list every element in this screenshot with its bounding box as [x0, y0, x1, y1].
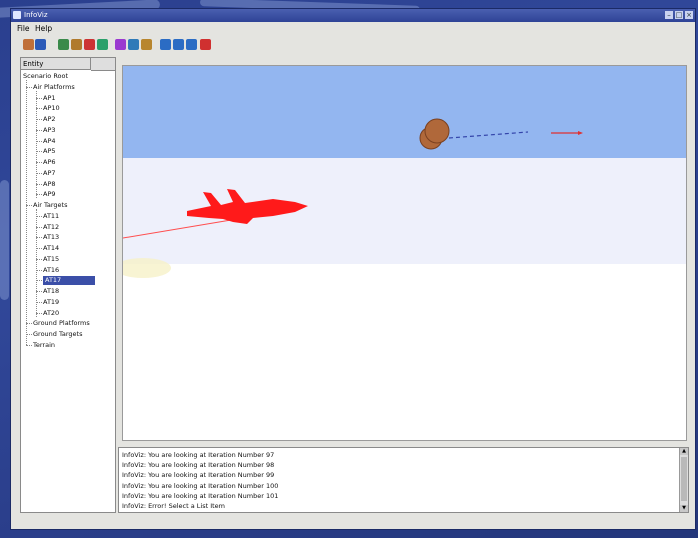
tree-node[interactable]: Ground Targets [33, 330, 82, 339]
tools-icon[interactable] [141, 39, 152, 50]
tree-node[interactable]: Air Platforms [33, 83, 75, 92]
3d-viewport[interactable] [122, 65, 687, 441]
globe-settings-icon[interactable] [58, 39, 69, 50]
ground-plane [123, 264, 686, 440]
tree-node[interactable]: AP6 [43, 158, 56, 167]
rocket-icon[interactable] [84, 39, 95, 50]
tree-node[interactable]: Air Targets [33, 201, 68, 210]
tree-guide [36, 90, 37, 199]
title-bar[interactable]: InfoViz – □ × [11, 9, 695, 22]
window-title: InfoViz [24, 11, 48, 19]
tree-node[interactable]: AP8 [43, 180, 56, 189]
tree-node[interactable]: AP2 [43, 115, 56, 124]
tree-node[interactable]: AP4 [43, 137, 56, 146]
log-line: InfoViz: Error! Select a List Item [122, 502, 225, 510]
log-line: InfoViz: You are looking at Iteration Nu… [122, 461, 275, 470]
pause-icon[interactable] [186, 39, 197, 50]
tree-node[interactable]: AP10 [43, 104, 60, 113]
scroll-thumb[interactable] [681, 457, 687, 501]
tree-node[interactable]: AP7 [43, 169, 56, 178]
tree-node[interactable]: AT20 [43, 309, 59, 318]
tree-guide [26, 344, 32, 346]
sky [123, 66, 686, 158]
tree-guide [26, 80, 27, 345]
tree-guide [36, 209, 37, 317]
tree-node[interactable]: AT16 [43, 266, 59, 275]
wrench-icon[interactable] [71, 39, 82, 50]
close-icon[interactable]: × [685, 11, 693, 19]
play-icon[interactable] [160, 39, 171, 50]
app-window: InfoViz – □ × File Help Entity Scenario … [10, 8, 696, 530]
menu-help[interactable]: Help [35, 22, 52, 35]
log-console[interactable]: InfoViz: You are looking at Iteration Nu… [118, 447, 689, 513]
tree-node[interactable]: AP5 [43, 147, 56, 156]
tree-node[interactable]: AT15 [43, 255, 59, 264]
toolbar [15, 37, 691, 55]
tree-node[interactable]: AP3 [43, 126, 56, 135]
entity-tree[interactable]: Entity Scenario Root Air Platforms AP1 AP10… [20, 57, 116, 513]
grid-icon[interactable] [115, 39, 126, 50]
scene-canvas [123, 66, 686, 440]
target-sphere[interactable] [424, 118, 450, 144]
maximize-icon[interactable]: □ [675, 11, 683, 19]
log-scrollbar[interactable]: ▲ ▼ [679, 448, 688, 512]
log-line: InfoViz: You are looking at Iteration Nu… [122, 451, 275, 459]
stop-icon[interactable] [173, 39, 184, 50]
menu-bar: File Help [11, 22, 695, 35]
reset-icon[interactable] [200, 39, 211, 50]
tree-node[interactable]: Ground Platforms [33, 319, 90, 328]
scroll-up-icon[interactable]: ▲ [680, 448, 688, 455]
tree-column-header[interactable]: Entity [21, 58, 91, 70]
earth-icon[interactable] [97, 39, 108, 50]
tree-node[interactable]: Scenario Root [23, 72, 68, 81]
tree-node[interactable]: AT18 [43, 287, 59, 296]
tree-node[interactable]: AT11 [43, 212, 59, 221]
print-icon[interactable] [23, 39, 34, 50]
book-icon[interactable] [35, 39, 46, 50]
minimize-icon[interactable]: – [665, 11, 673, 19]
menu-file[interactable]: File [17, 22, 30, 35]
tree-node[interactable]: AP1 [43, 94, 56, 103]
scroll-down-icon[interactable]: ▼ [680, 505, 688, 512]
log-line: InfoViz: You are looking at Iteration Nu… [122, 491, 279, 500]
tree-node[interactable]: AT12 [43, 223, 59, 232]
tree-node[interactable]: AT14 [43, 244, 59, 253]
save-icon[interactable] [128, 39, 139, 50]
tree-node[interactable]: AP9 [43, 190, 56, 199]
log-line: InfoViz: You are looking at Iteration Nu… [122, 481, 279, 490]
tree-node[interactable]: AT13 [43, 233, 59, 242]
tree-column-header-blank [91, 58, 115, 71]
tree-node[interactable]: AT17 [43, 276, 95, 286]
tree-node[interactable]: Terrain [33, 341, 55, 350]
desktop-streak [0, 180, 9, 300]
log-line: InfoViz: You are looking at Iteration Nu… [122, 471, 275, 480]
tree-node[interactable]: AT19 [43, 298, 59, 307]
app-icon [13, 11, 21, 19]
